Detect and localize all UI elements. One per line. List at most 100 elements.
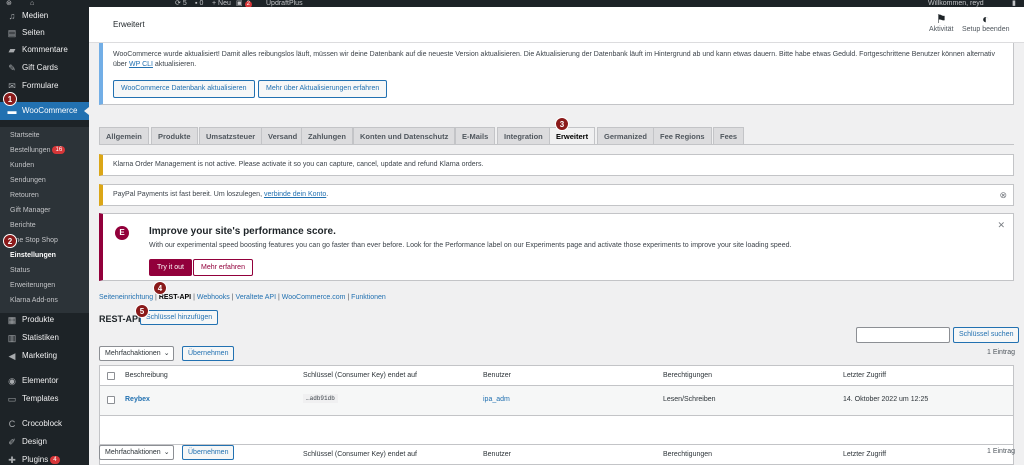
subnav-funktionen[interactable]: Funktionen (351, 294, 386, 301)
sidebar-item-pages[interactable]: ▤ Seiten (0, 24, 89, 42)
tab-allgemein[interactable]: Allgemein (99, 127, 149, 145)
column-header-user: Benutzer (483, 372, 512, 379)
sidebar-item-produkte[interactable]: ▦ Produkte (0, 311, 89, 329)
learn-more-updates-button[interactable]: Mehr über Aktualisierungen erfahren (258, 80, 388, 98)
column-header-description[interactable]: Beschreibung (125, 372, 168, 379)
orders-count-badge: 16 (52, 146, 66, 154)
sidebar-item-gift-cards[interactable]: ✎ Gift Cards (0, 59, 89, 77)
api-keys-table: Beschreibung Schlüssel (Consumer Key) en… (99, 365, 1014, 465)
submenu-item-gift-manager[interactable]: Gift Manager (10, 204, 50, 218)
table-spacer-row (100, 416, 1013, 444)
klarna-notice: Klarna Order Management is not active. P… (99, 154, 1014, 176)
tab-zahlungen[interactable]: Zahlungen (301, 127, 353, 145)
tab-emails[interactable]: E-Mails (455, 127, 496, 145)
tab-konten-datenschutz[interactable]: Konten und Datenschutz (353, 127, 456, 145)
rest-api-heading: REST-API (99, 314, 141, 324)
add-key-button[interactable]: Schlüssel hinzufügen (140, 310, 219, 325)
row-checkbox[interactable] (107, 396, 115, 404)
search-keys-button[interactable]: Schlüssel suchen (953, 327, 1020, 343)
comments-item[interactable]: ▪ 0 (195, 0, 203, 7)
plugins-icon: ✚ (8, 455, 16, 465)
submenu-item-bestellungen[interactable]: Bestellungen 16 (10, 144, 66, 158)
submenu-item-erweiterungen[interactable]: Erweiterungen (10, 279, 55, 293)
submenu-item-klarna-addons[interactable]: Klarna Add-ons (10, 294, 58, 308)
updates-icon: ⟳ (175, 0, 181, 7)
tab-integration[interactable]: Integration (497, 127, 550, 145)
key-search-input[interactable] (856, 327, 950, 343)
subnav-seiteneinrichtung[interactable]: Seiteneinrichtung (99, 294, 153, 301)
sidebar-item-media[interactable]: ♫ Medien (0, 7, 89, 25)
submenu-item-berichte[interactable]: Berichte (10, 219, 36, 233)
page-title: Erweitert (113, 20, 145, 29)
setup-button[interactable]: ◐ Setup beenden (962, 12, 1010, 33)
dismiss-paypal-notice-icon[interactable]: ⊗ (999, 190, 1007, 201)
tab-erweitert[interactable]: Erweitert (549, 127, 596, 145)
advanced-subnav: Seiteneinrichtung | REST-API | Webhooks … (99, 294, 386, 301)
elementor-icon: ◉ (8, 376, 16, 386)
dismiss-performance-notice-icon[interactable]: ✕ (997, 220, 1005, 231)
connect-account-link[interactable]: verbinde dein Konto (264, 191, 326, 198)
update-notice-text: WooCommerce wurde aktualisiert! Damit al… (113, 51, 995, 68)
column-footer-user: Benutzer (483, 451, 512, 458)
home-icon[interactable]: ⌂ (30, 0, 34, 7)
templates-icon: ▭ (7, 394, 17, 404)
sidebar-item-marketing[interactable]: ◀ Marketing (0, 347, 89, 365)
update-database-button[interactable]: WooCommerce Datenbank aktualisieren (113, 80, 255, 98)
submenu-item-sendungen[interactable]: Sendungen (10, 174, 46, 188)
subnav-woocommerce-com[interactable]: WooCommerce.com (282, 294, 346, 301)
table-footer-row: Beschreibung Schlüssel (Consumer Key) en… (100, 444, 1013, 464)
sidebar-item-statistiken[interactable]: ▥ Statistiken (0, 329, 89, 347)
comment-icon: ▪ (195, 0, 198, 7)
new-content-item[interactable]: + Neu (212, 0, 231, 7)
apply-button-top[interactable]: Übernehmen (182, 346, 235, 361)
subnav-veraltete-api[interactable]: Veraltete API (236, 294, 276, 301)
subnav-webhooks[interactable]: Webhooks (197, 294, 230, 301)
update-notice: WooCommerce wurde aktualisiert! Damit al… (99, 43, 1014, 105)
try-it-out-button[interactable]: Try it out (149, 259, 192, 276)
tab-fees[interactable]: Fees (713, 127, 745, 145)
sidebar-item-plugins[interactable]: ✚ Plugins 4 (0, 451, 89, 465)
updates-item[interactable]: ⟳ 5 (175, 0, 187, 7)
tab-fee-regions[interactable]: Fee Regions (653, 127, 712, 145)
column-footer-last-access: Letzter Zugriff (843, 451, 887, 458)
sidebar-item-comments[interactable]: ▰ Kommentare (0, 41, 89, 59)
submenu-item-one-stop-shop[interactable]: One Stop Shop (10, 234, 58, 248)
submenu-item-retouren[interactable]: Retouren (10, 189, 39, 203)
account-greeting[interactable]: Willkommen, reyd (928, 0, 984, 7)
sidebar-item-design[interactable]: ✐ Design (0, 433, 89, 451)
wp-cli-link[interactable]: WP CLI (129, 61, 153, 68)
key-permissions: Lesen/Schreiben (663, 396, 716, 403)
woocommerce-icon: ▬ (7, 106, 17, 116)
subnav-rest-api[interactable]: REST-API (159, 294, 191, 301)
sidebar-item-templates[interactable]: ▭ Templates (0, 390, 89, 408)
submenu-item-einstellungen[interactable]: Einstellungen (10, 249, 56, 263)
wordpress-logo-icon[interactable]: ⊛ (6, 0, 12, 7)
tab-versand[interactable]: Versand (261, 127, 305, 145)
key-description-link[interactable]: Reybex (125, 396, 150, 403)
elementor-logo-icon: E (115, 226, 129, 240)
tab-produkte[interactable]: Produkte (151, 127, 198, 145)
submenu-item-status[interactable]: Status (10, 264, 30, 278)
avatar-icon[interactable]: ▮ (1012, 0, 1016, 7)
tab-umsatzsteuer[interactable]: Umsatzsteuer (199, 127, 263, 145)
bulk-actions-select-top[interactable]: Mehrfachaktionen ⌄ (99, 346, 174, 361)
page-header: Erweitert ⚑ Aktivität ◐ Setup beenden (89, 7, 1024, 43)
tab-germanized[interactable]: Germanized (597, 127, 654, 145)
item-count-bottom: 1 Eintrag (987, 448, 1016, 455)
plugin-updates-item[interactable]: ▣ 2 (236, 0, 252, 7)
sidebar-item-crocoblock[interactable]: C Crocoblock (0, 415, 89, 433)
bulk-actions-select-bottom[interactable]: Mehrfachaktionen ⌄ (99, 445, 174, 460)
key-user-link[interactable]: ipa_adm (483, 396, 510, 403)
activity-button[interactable]: ⚑ Aktivität (929, 12, 954, 33)
select-all-checkbox[interactable] (107, 372, 115, 380)
apply-button-bottom[interactable]: Übernehmen (182, 445, 235, 460)
submenu-item-kunden[interactable]: Kunden (10, 159, 34, 173)
flag-icon: ⚑ (935, 12, 947, 26)
column-header-key: Schlüssel (Consumer Key) endet auf (303, 372, 417, 379)
submenu-item-startseite[interactable]: Startseite (10, 129, 40, 143)
step-marker-3: 3 (555, 117, 569, 131)
sidebar-item-elementor[interactable]: ◉ Elementor (0, 372, 89, 390)
updraftplus-item[interactable]: UpdraftPlus (266, 0, 303, 7)
main-content: WooCommerce wurde aktualisiert! Damit al… (89, 43, 1024, 465)
learn-more-button[interactable]: Mehr erfahren (193, 259, 253, 276)
